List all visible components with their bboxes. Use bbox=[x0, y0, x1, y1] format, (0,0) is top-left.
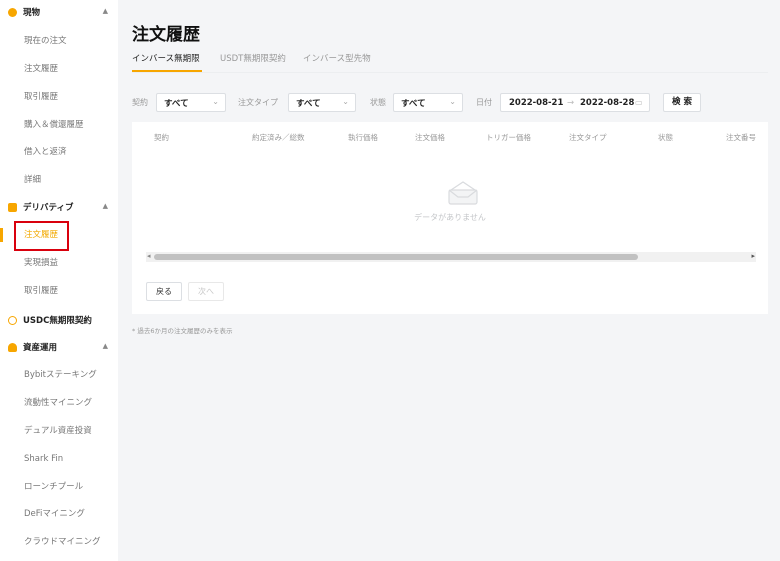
sidebar: 現物 ▲ 現在の注文 注文履歴 取引履歴 購入＆償還履歴 借入と返済 詳細 デリ… bbox=[0, 0, 118, 561]
chevron-up-icon[interactable]: ▲ bbox=[103, 7, 108, 15]
column-header: 注文番号 bbox=[726, 133, 756, 142]
scrollbar-thumb[interactable] bbox=[154, 254, 638, 260]
sidebar-item-launchpool[interactable]: ローンチプール bbox=[24, 480, 83, 494]
order-table: 契約 約定済み／総数 執行価格 注文価格 トリガー価格 注文タイプ 状態 注文番… bbox=[132, 122, 768, 314]
date-from[interactable]: 2022-08-21 bbox=[509, 98, 563, 108]
contract-select[interactable]: すべて ⌄ bbox=[156, 93, 226, 112]
derivatives-icon bbox=[8, 202, 17, 212]
column-header: 注文タイプ bbox=[569, 133, 607, 142]
contract-label: 契約 bbox=[132, 98, 148, 107]
sidebar-item-liquidity-mining[interactable]: 流動性マイニング bbox=[24, 396, 92, 410]
empty-state-text: データがありません bbox=[414, 213, 486, 222]
status-select-value: すべて bbox=[401, 98, 426, 109]
sidebar-item-shark-fin[interactable]: Shark Fin bbox=[24, 452, 63, 466]
status-select[interactable]: すべて ⌄ bbox=[393, 93, 463, 112]
tab-usdt-perpetual[interactable]: USDT無期限契約 bbox=[220, 52, 286, 64]
back-button[interactable]: 戻る bbox=[146, 282, 182, 301]
column-header: 注文価格 bbox=[415, 133, 445, 142]
column-header: 状態 bbox=[658, 133, 673, 142]
chevron-down-icon: ⌄ bbox=[342, 97, 349, 106]
column-header: トリガー価格 bbox=[486, 133, 531, 142]
sidebar-section-title: USDC無期限契約 bbox=[23, 316, 92, 326]
tab-divider bbox=[132, 72, 768, 73]
sidebar-section-spot[interactable]: 現物 ▲ bbox=[8, 4, 108, 20]
sidebar-item-derivatives-trade-history[interactable]: 取引履歴 bbox=[24, 284, 58, 298]
sidebar-item-cloud-mining[interactable]: クラウドマイニング bbox=[24, 535, 101, 549]
date-range-picker[interactable]: 2022-08-21 → 2022-08-28 ▭ bbox=[500, 93, 650, 112]
sidebar-section-asset-management[interactable]: 資産運用 ▲ bbox=[8, 339, 108, 355]
column-header: 契約 bbox=[154, 133, 169, 142]
chevron-down-icon: ⌄ bbox=[212, 97, 219, 106]
order-type-select-value: すべて bbox=[296, 98, 321, 109]
tab-inverse-perpetual[interactable]: インバース無期限 bbox=[132, 52, 200, 64]
order-type-label: 注文タイプ bbox=[238, 98, 278, 107]
scroll-right-icon[interactable]: ▸ bbox=[751, 252, 755, 260]
sidebar-item-borrow-repay[interactable]: 借入と返済 bbox=[24, 145, 67, 159]
spot-icon bbox=[8, 7, 17, 17]
column-header: 執行価格 bbox=[348, 133, 378, 142]
sidebar-item-bybit-staking[interactable]: Bybitステーキング bbox=[24, 368, 97, 382]
date-to[interactable]: 2022-08-28 bbox=[580, 98, 634, 108]
sidebar-item-current-orders[interactable]: 現在の注文 bbox=[24, 34, 67, 48]
chevron-down-icon: ⌄ bbox=[449, 97, 456, 106]
chevron-up-icon[interactable]: ▲ bbox=[103, 342, 108, 350]
empty-inbox-icon bbox=[448, 181, 478, 205]
usdc-icon bbox=[8, 315, 17, 325]
sidebar-section-title: 資産運用 bbox=[23, 343, 58, 353]
column-header: 約定済み／総数 bbox=[252, 133, 305, 142]
calendar-icon[interactable]: ▭ bbox=[635, 98, 643, 107]
date-label: 日付 bbox=[476, 98, 492, 107]
tab-inverse-futures[interactable]: インバース型先物 bbox=[303, 52, 371, 64]
chevron-up-icon[interactable]: ▲ bbox=[103, 202, 108, 210]
order-type-select[interactable]: すべて ⌄ bbox=[288, 93, 356, 112]
next-button[interactable]: 次へ bbox=[188, 282, 224, 301]
sidebar-item-realized-pnl[interactable]: 実現損益 bbox=[24, 256, 58, 270]
search-button[interactable]: 検 索 bbox=[663, 93, 701, 112]
sidebar-item-spot-trade-history[interactable]: 取引履歴 bbox=[24, 90, 58, 104]
sidebar-item-defi-mining[interactable]: DeFiマイニング bbox=[24, 507, 85, 521]
sidebar-section-usdc-perpetual[interactable]: USDC無期限契約 bbox=[8, 312, 108, 328]
sidebar-section-title: デリバティブ bbox=[23, 203, 74, 213]
highlight-box bbox=[14, 221, 69, 251]
sidebar-item-dual-asset[interactable]: デュアル資産投資 bbox=[24, 424, 92, 438]
sidebar-section-derivatives[interactable]: デリバティブ ▲ bbox=[8, 199, 108, 215]
asset-management-icon bbox=[8, 342, 17, 352]
sidebar-item-purchase-redemption[interactable]: 購入＆償還履歴 bbox=[24, 118, 84, 132]
horizontal-scrollbar[interactable]: ◂ ▸ bbox=[146, 252, 756, 262]
scroll-left-icon[interactable]: ◂ bbox=[147, 252, 151, 260]
sidebar-section-title: 現物 bbox=[23, 8, 41, 18]
sidebar-item-details[interactable]: 詳細 bbox=[24, 173, 41, 187]
contract-select-value: すべて bbox=[164, 98, 189, 109]
page-title: 注文履歴 bbox=[132, 25, 200, 45]
sidebar-item-spot-order-history[interactable]: 注文履歴 bbox=[24, 62, 58, 76]
status-label: 状態 bbox=[370, 98, 386, 107]
date-range-arrow-icon: → bbox=[567, 98, 575, 108]
footnote: * 過去6か月の注文履歴のみを表示 bbox=[132, 327, 233, 335]
active-indicator bbox=[0, 228, 3, 242]
